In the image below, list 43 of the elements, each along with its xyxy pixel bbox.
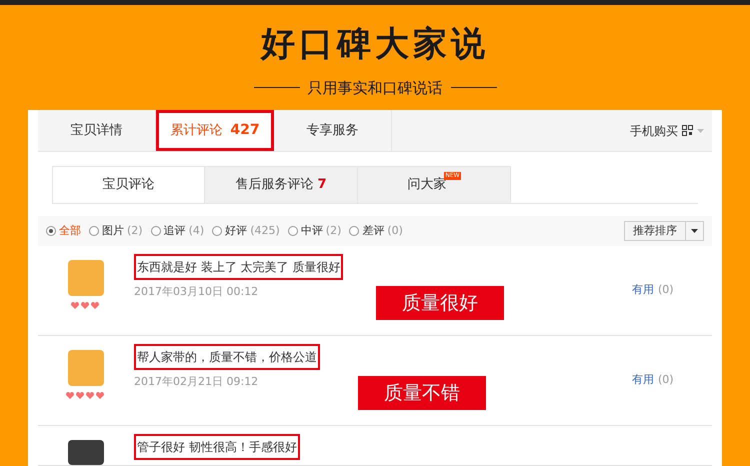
filter-label: 图片 — [102, 222, 124, 239]
mobile-buy-link[interactable]: 手机购买 — [630, 122, 678, 140]
banner-title: 好口碑大家说 — [261, 26, 489, 61]
avatar-placeholder — [68, 350, 104, 386]
sub-tab[interactable]: 售后服务评论 7 — [205, 166, 358, 203]
tab[interactable]: 专享服务 — [274, 110, 392, 151]
filter-count: (0) — [387, 222, 403, 239]
radio-button[interactable] — [212, 226, 222, 236]
filter-count: (2) — [326, 222, 342, 239]
sort-dropdown[interactable]: 推荐排序 — [624, 221, 704, 241]
radio-button[interactable] — [150, 226, 161, 236]
radio-button[interactable] — [89, 226, 99, 236]
review-text: 东西就是好 装上了 太完美了 质量很好 — [134, 254, 344, 280]
filter-label: 全部 — [59, 222, 81, 239]
highlight-label: 质量很好 — [376, 286, 504, 320]
filter-label: 差评 — [362, 222, 384, 239]
filter-count: (2) — [127, 222, 143, 239]
review-text: 管子很好 韧性很高！手感很好 — [134, 434, 300, 460]
radio-button[interactable] — [46, 226, 56, 236]
useful-count: (0) — [658, 282, 674, 298]
review-date: 2017年02月21日 09:12 — [134, 374, 260, 390]
useful-count: (0) — [658, 372, 674, 388]
filter-label: 追评 — [164, 222, 186, 239]
caret-icon — [691, 229, 698, 233]
sub-tab[interactable]: 宝贝评论 — [52, 166, 205, 203]
filter-label: 中评 — [300, 222, 323, 239]
heart-rating-icon — [66, 392, 106, 400]
banner-subtitle: 只用事实和口碑说话 — [308, 78, 442, 99]
useful-link[interactable]: 有用 — [632, 372, 654, 389]
review-date: 2017年03月10日 00:12 — [134, 284, 260, 300]
useful-link[interactable]: 有用 — [632, 282, 654, 299]
highlight-label: 质量不错 — [358, 376, 486, 410]
radio-button[interactable] — [288, 226, 298, 236]
heart-rating-icon — [71, 302, 101, 310]
review-text: 帮人家带的，质量不错，价格公道 — [134, 344, 320, 370]
avatar-placeholder — [68, 260, 104, 296]
filter-count: (4) — [188, 222, 204, 239]
radio-button[interactable] — [349, 226, 360, 236]
caret-icon — [697, 128, 704, 132]
qr-code-icon — [682, 125, 693, 136]
filter-count: (425) — [250, 222, 280, 239]
filter-label: 好评 — [225, 222, 248, 239]
avatar-placeholder — [68, 440, 104, 465]
